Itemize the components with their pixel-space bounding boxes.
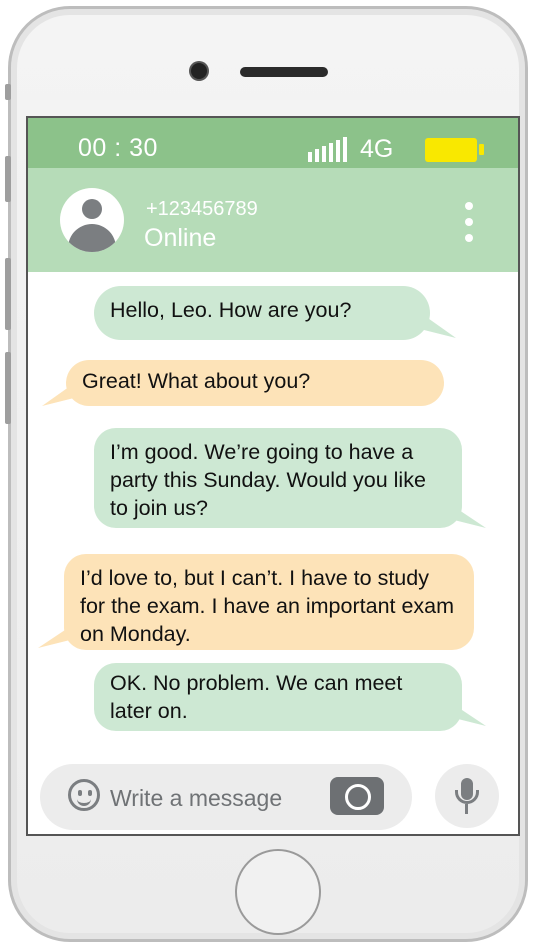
more-vertical-icon[interactable] bbox=[462, 202, 476, 242]
phone-screen: 00 : 30 4G +123456789 Online Hello, Leo.… bbox=[26, 116, 520, 836]
volume-down-button bbox=[5, 258, 11, 330]
message-text: OK. No problem. We can meet later on. bbox=[110, 671, 403, 723]
message-bubble-received: I’d love to, but I can’t. I have to stud… bbox=[64, 554, 474, 650]
message-text: I’m good. We’re going to have a party th… bbox=[110, 440, 426, 520]
battery-tip bbox=[479, 144, 484, 155]
home-button[interactable] bbox=[235, 849, 321, 935]
contact-status: Online bbox=[144, 224, 217, 252]
status-time: 00 : 30 bbox=[78, 134, 158, 162]
message-bubble-sent: I’m good. We’re going to have a party th… bbox=[94, 428, 462, 528]
emoji-smile-icon[interactable] bbox=[68, 779, 100, 811]
status-bar: 00 : 30 4G bbox=[28, 118, 518, 168]
message-bubble-received: Great! What about you? bbox=[66, 360, 444, 406]
network-type: 4G bbox=[360, 135, 394, 163]
message-bubble-sent: Hello, Leo. How are you? bbox=[94, 286, 430, 340]
front-camera bbox=[191, 63, 207, 79]
message-input[interactable]: Write a message bbox=[40, 764, 412, 830]
message-text: Great! What about you? bbox=[82, 369, 311, 393]
volume-up-button bbox=[5, 156, 11, 202]
message-text: I’d love to, but I can’t. I have to stud… bbox=[80, 566, 455, 646]
user-avatar-icon[interactable] bbox=[60, 188, 124, 252]
silent-switch bbox=[5, 84, 11, 100]
message-bubble-sent: OK. No problem. We can meet later on. bbox=[94, 663, 462, 731]
camera-icon[interactable] bbox=[330, 777, 384, 815]
battery-icon bbox=[425, 138, 477, 162]
side-button bbox=[5, 352, 11, 424]
microphone-icon[interactable] bbox=[435, 764, 499, 828]
message-input-placeholder[interactable]: Write a message bbox=[110, 785, 282, 812]
chat-header: +123456789 Online bbox=[28, 168, 518, 272]
earpiece-speaker bbox=[240, 67, 328, 77]
signal-bars-icon bbox=[308, 136, 354, 162]
contact-phone-number[interactable]: +123456789 bbox=[146, 198, 258, 221]
message-text: Hello, Leo. How are you? bbox=[110, 298, 352, 322]
